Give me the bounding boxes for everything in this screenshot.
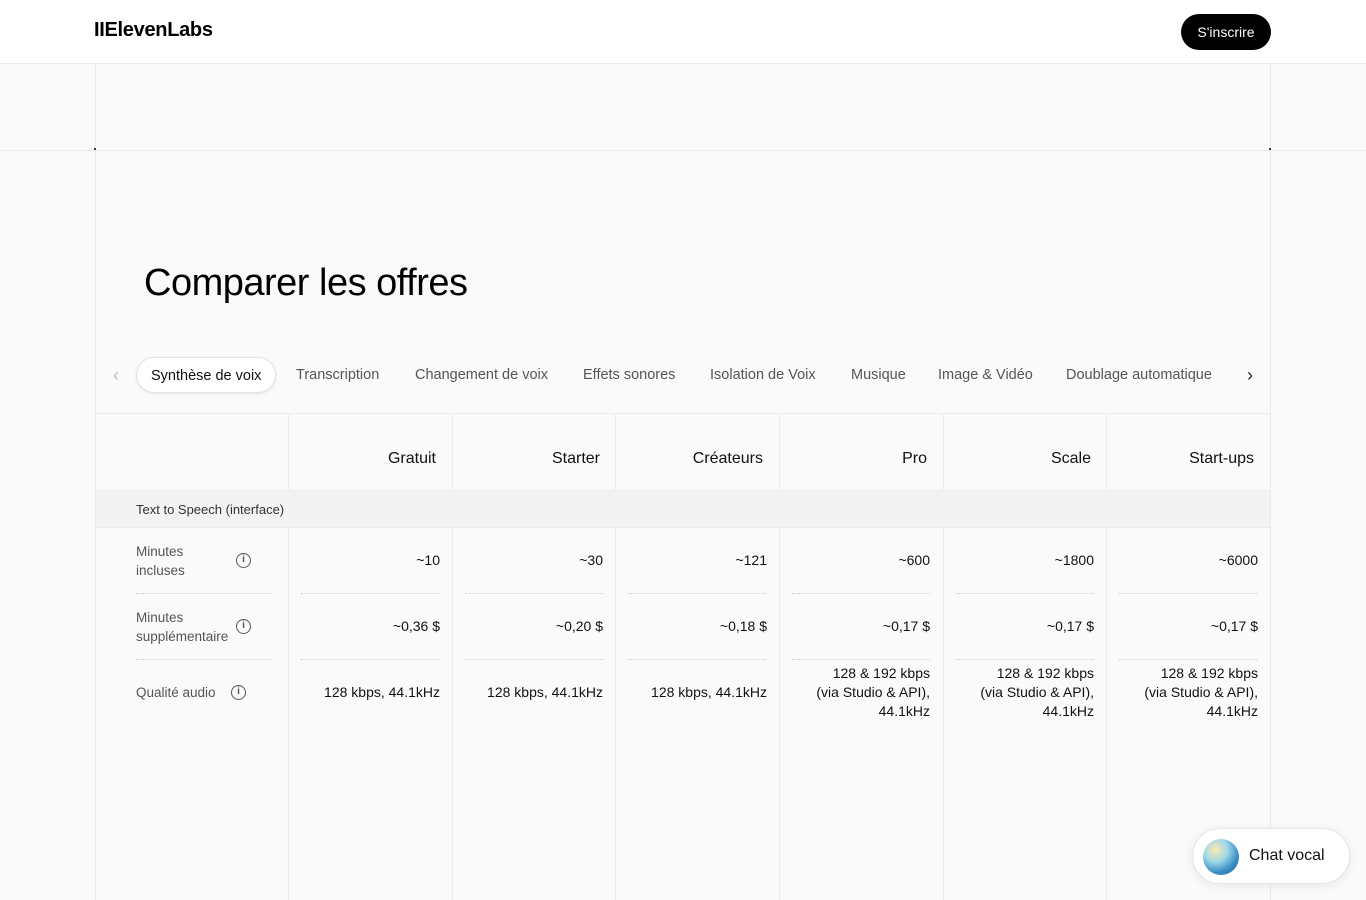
tab-doublage-automatique[interactable]: Doublage automatique bbox=[1066, 357, 1212, 393]
cell-value: ~600 bbox=[898, 552, 930, 568]
chevron-left-icon[interactable]: ‹ bbox=[102, 361, 130, 389]
cell-value: ~0,17 $ bbox=[1210, 618, 1258, 634]
cell-value: ~0,18 $ bbox=[719, 618, 767, 634]
plan-header-startups: Start-ups bbox=[1189, 450, 1254, 467]
cell-line: (via Studio & API), bbox=[980, 684, 1094, 700]
frame-line-right bbox=[1270, 64, 1271, 900]
cell-value: 128 & 192 kbps (via Studio & API), 44.1k… bbox=[816, 664, 930, 721]
tab-changement-de-voix[interactable]: Changement de voix bbox=[415, 357, 548, 393]
row-separator bbox=[792, 593, 930, 594]
cell-value: ~10 bbox=[416, 552, 440, 568]
voice-chat-button[interactable]: Chat vocal bbox=[1192, 828, 1350, 884]
category-tabs: ‹ Synthèse de voix Transcription Changem… bbox=[96, 355, 1270, 397]
plan-header-pro: Pro bbox=[902, 450, 927, 467]
row-separator bbox=[301, 659, 439, 660]
cell-value: ~121 bbox=[735, 552, 767, 568]
column-divider bbox=[288, 413, 289, 900]
row-separator bbox=[1119, 659, 1257, 660]
column-divider bbox=[779, 413, 780, 900]
column-divider bbox=[1106, 413, 1107, 900]
voice-orb-icon bbox=[1203, 839, 1239, 875]
cell-line: (via Studio & API), bbox=[1144, 684, 1258, 700]
row-separator bbox=[792, 659, 930, 660]
page-title: Comparer les offres bbox=[144, 262, 468, 304]
row-separator bbox=[628, 659, 766, 660]
cell-line: 128 & 192 kbps bbox=[996, 665, 1094, 681]
cell-value: ~6000 bbox=[1218, 552, 1258, 568]
row-separator bbox=[956, 659, 1094, 660]
tab-transcription[interactable]: Transcription bbox=[296, 357, 379, 393]
section-label: Text to Speech (interface) bbox=[136, 502, 285, 517]
cell-line: 44.1kHz bbox=[878, 703, 930, 719]
logo[interactable]: IIElevenLabs bbox=[94, 19, 213, 42]
cell-line: 44.1kHz bbox=[1042, 703, 1094, 719]
tab-effets-sonores[interactable]: Effets sonores bbox=[583, 357, 675, 393]
tab-musique[interactable]: Musique bbox=[851, 357, 906, 393]
plan-header-scale: Scale bbox=[1050, 450, 1091, 467]
info-icon[interactable]: i bbox=[236, 553, 251, 568]
cell-value: 128 & 192 kbps (via Studio & API), 44.1k… bbox=[1144, 664, 1258, 721]
info-icon[interactable]: i bbox=[236, 619, 251, 634]
chat-label: Chat vocal bbox=[1249, 847, 1325, 864]
corner-mark bbox=[1269, 148, 1271, 150]
tab-image-video[interactable]: Image & Vidéo bbox=[938, 357, 1033, 393]
cell-line: 44.1kHz bbox=[1206, 703, 1258, 719]
tab-synthese-de-voix[interactable]: Synthèse de voix bbox=[136, 357, 277, 393]
section-divider bbox=[0, 150, 1366, 151]
cell-value: 128 kbps, 44.1kHz bbox=[487, 684, 603, 700]
row-separator bbox=[465, 659, 603, 660]
cell-value: ~1800 bbox=[1054, 552, 1094, 568]
cell-value: ~0,20 $ bbox=[555, 618, 603, 634]
info-icon[interactable]: i bbox=[231, 685, 246, 700]
cell-value: 128 kbps, 44.1kHz bbox=[324, 684, 440, 700]
row-label-minutes-incluses: Minutes incluses bbox=[136, 544, 185, 578]
row-label-minutes-supplementaires: Minutes supplémentaires bbox=[136, 610, 228, 644]
cell-value: ~0,17 $ bbox=[882, 618, 930, 634]
section-header-row: Text to Speech (interface) bbox=[96, 490, 1270, 528]
plan-header-createurs: Créateurs bbox=[692, 450, 763, 467]
row-label-qualite-audio: Qualité audio bbox=[136, 685, 216, 700]
cell-line: 128 & 192 kbps bbox=[832, 665, 930, 681]
chevron-right-icon[interactable]: › bbox=[1236, 361, 1264, 389]
table-top-rule bbox=[96, 413, 1270, 414]
column-divider bbox=[615, 413, 616, 900]
row-separator bbox=[628, 593, 766, 594]
row-separator bbox=[956, 593, 1094, 594]
row-separator bbox=[465, 593, 603, 594]
tab-isolation-de-voix[interactable]: Isolation de Voix bbox=[710, 357, 816, 393]
row-separator bbox=[301, 593, 439, 594]
cell-line: (via Studio & API), bbox=[816, 684, 930, 700]
cell-value: 128 kbps, 44.1kHz bbox=[651, 684, 767, 700]
row-separator bbox=[136, 659, 272, 660]
cell-value: ~0,36 $ bbox=[392, 618, 440, 634]
row-separator bbox=[1119, 593, 1257, 594]
column-divider bbox=[452, 413, 453, 900]
top-band bbox=[96, 64, 1270, 150]
row-separator bbox=[136, 593, 272, 594]
cell-value: 128 & 192 kbps (via Studio & API), 44.1k… bbox=[980, 664, 1094, 721]
signup-button[interactable]: S'inscrire bbox=[1181, 14, 1271, 50]
comparison-table: Gratuit Starter Créateurs Pro Scale Star… bbox=[96, 413, 1270, 900]
corner-mark bbox=[94, 148, 96, 150]
column-divider bbox=[943, 413, 944, 900]
top-nav: IIElevenLabs S'inscrire bbox=[0, 0, 1366, 64]
plan-header-starter: Starter bbox=[551, 450, 600, 467]
cell-value: ~30 bbox=[579, 552, 603, 568]
plan-header-gratuit: Gratuit bbox=[387, 450, 436, 467]
cell-line: 128 & 192 kbps bbox=[1160, 665, 1258, 681]
cell-value: ~0,17 $ bbox=[1046, 618, 1094, 634]
